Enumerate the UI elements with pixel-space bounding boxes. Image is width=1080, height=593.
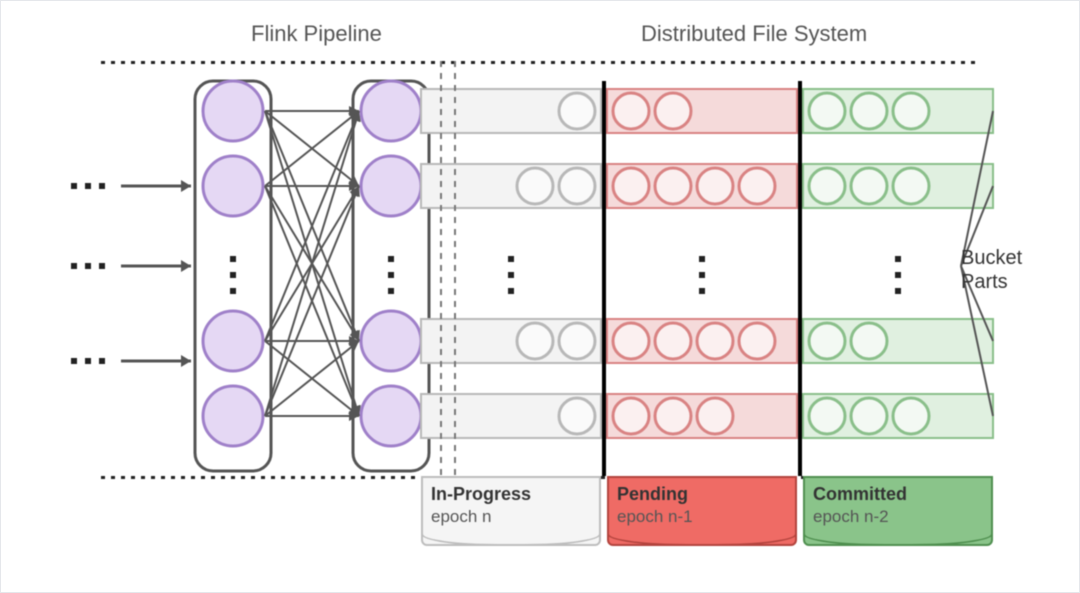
status-pending: Pending epoch n-1 [607,476,797,546]
title-dfs: Distributed File System [641,21,867,47]
title-flink: Flink Pipeline [251,21,382,47]
bucket-parts-label: BucketParts [961,246,1022,294]
status-committed: Committed epoch n-2 [803,476,993,546]
status-in-progress: In-Progress epoch n [421,476,601,546]
